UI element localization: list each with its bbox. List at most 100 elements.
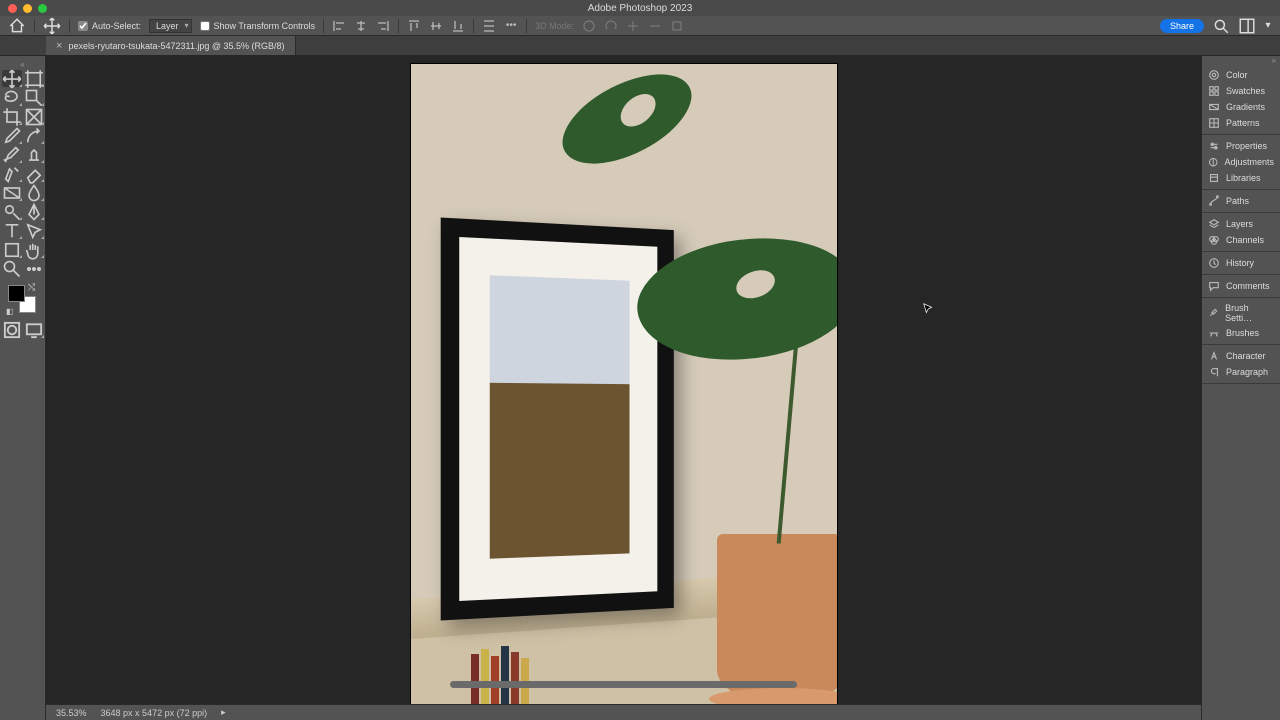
color-icon: [1208, 69, 1220, 81]
horizontal-scrollbar[interactable]: [450, 681, 797, 688]
quickmask-icon[interactable]: [2, 321, 22, 338]
status-zoom[interactable]: 35.53%: [56, 708, 87, 718]
status-bar: 35.53% 3648 px x 5472 px (72 ppi) ▸: [46, 704, 1201, 720]
canvas-viewport[interactable]: [46, 56, 1201, 704]
history-brush-tool[interactable]: [2, 165, 22, 182]
document-tab[interactable]: × pexels-ryutaro-tsukata-5472311.jpg @ 3…: [46, 36, 296, 55]
pan-3d-icon: [626, 19, 640, 33]
status-docinfo[interactable]: 3648 px x 5472 px (72 ppi): [101, 708, 208, 718]
roll-3d-icon: [604, 19, 618, 33]
move-tool[interactable]: [2, 70, 22, 87]
adjustments-icon: [1208, 156, 1218, 168]
move-tool-icon[interactable]: [43, 18, 61, 34]
artboard-tool[interactable]: [24, 70, 44, 87]
clone-stamp-tool[interactable]: [24, 146, 44, 163]
comments-icon: [1208, 280, 1220, 292]
gradients-icon: [1208, 101, 1220, 113]
panel-brushes[interactable]: Brushes: [1202, 325, 1280, 341]
color-swatches[interactable]: ⤭ ◧: [8, 285, 36, 313]
panel-properties[interactable]: Properties: [1202, 138, 1280, 154]
swatches-icon: [1208, 85, 1220, 97]
edit-toolbar[interactable]: [24, 260, 44, 277]
layers-icon: [1208, 218, 1220, 230]
panel-paragraph[interactable]: Paragraph: [1202, 364, 1280, 380]
type-tool[interactable]: [2, 222, 22, 239]
scale-3d-icon: [670, 19, 684, 33]
mac-titlebar: Adobe Photoshop 2023: [0, 0, 1280, 16]
document-canvas[interactable]: [411, 64, 837, 704]
lasso-tool[interactable]: [2, 89, 22, 106]
panel-libraries[interactable]: Libraries: [1202, 170, 1280, 186]
screenmode-icon[interactable]: [24, 321, 44, 338]
character-icon: [1208, 350, 1220, 362]
path-select-tool[interactable]: [24, 222, 44, 239]
history-icon: [1208, 257, 1220, 269]
gradient-tool[interactable]: [2, 184, 22, 201]
photo-plant: [687, 84, 837, 704]
workspace-dropdown-icon[interactable]: ▾: [1264, 18, 1272, 34]
app-title: Adobe Photoshop 2023: [0, 3, 1280, 14]
search-icon[interactable]: [1212, 18, 1230, 34]
channels-icon: [1208, 234, 1220, 246]
brush-tool[interactable]: [2, 146, 22, 163]
slide-3d-icon: [648, 19, 662, 33]
brush-setti--icon: [1208, 307, 1219, 319]
document-tab-bar: × pexels-ryutaro-tsukata-5472311.jpg @ 3…: [0, 36, 1280, 56]
panel-adjustments[interactable]: Adjustments: [1202, 154, 1280, 170]
dodge-tool[interactable]: [2, 203, 22, 220]
status-more-icon[interactable]: ▸: [221, 707, 226, 718]
default-colors-icon[interactable]: ◧: [6, 307, 14, 316]
collapse-toolbar-icon[interactable]: «: [0, 60, 45, 68]
paths-icon: [1208, 195, 1220, 207]
options-bar: Auto-Select: Layer Show Transform Contro…: [0, 16, 1280, 36]
brushes-icon: [1208, 327, 1220, 339]
swap-colors-icon[interactable]: ⤭: [28, 282, 35, 293]
close-tab-icon[interactable]: ×: [56, 40, 62, 52]
rectangle-tool[interactable]: [2, 241, 22, 258]
spot-heal-tool[interactable]: [24, 127, 44, 144]
panel-channels[interactable]: Channels: [1202, 232, 1280, 248]
eyedropper-tool[interactable]: [2, 127, 22, 144]
align-right-icon[interactable]: [376, 19, 390, 33]
align-vcenter-icon[interactable]: [429, 19, 443, 33]
mode-3d-label: 3D Mode:: [535, 21, 574, 31]
workspace-icon[interactable]: [1238, 18, 1256, 34]
orbit-3d-icon: [582, 19, 596, 33]
align-left-icon[interactable]: [332, 19, 346, 33]
panel-patterns[interactable]: Patterns: [1202, 115, 1280, 131]
align-hcenter-icon[interactable]: [354, 19, 368, 33]
panel-brush-setti-[interactable]: Brush Setti…: [1202, 301, 1280, 325]
more-align-icon[interactable]: •••: [504, 19, 518, 33]
photo-frame: [440, 218, 673, 621]
panel-history[interactable]: History: [1202, 255, 1280, 271]
canvas-area: 35.53% 3648 px x 5472 px (72 ppi) ▸: [46, 56, 1201, 720]
panel-comments[interactable]: Comments: [1202, 278, 1280, 294]
show-transform-checkbox[interactable]: Show Transform Controls: [200, 21, 316, 31]
zoom-tool[interactable]: [2, 260, 22, 277]
auto-select-mode-dropdown[interactable]: Layer: [149, 19, 192, 33]
align-top-icon[interactable]: [407, 19, 421, 33]
quick-select-tool[interactable]: [24, 89, 44, 106]
panels-dock: » ColorSwatchesGradientsPatterns Properti…: [1201, 56, 1280, 720]
panel-color[interactable]: Color: [1202, 67, 1280, 83]
panel-paths[interactable]: Paths: [1202, 193, 1280, 209]
crop-tool[interactable]: [2, 108, 22, 125]
hand-tool[interactable]: [24, 241, 44, 258]
distribute-icon[interactable]: [482, 19, 496, 33]
auto-select-checkbox[interactable]: Auto-Select:: [78, 21, 141, 31]
collapse-panels-icon[interactable]: »: [1202, 56, 1280, 64]
align-bottom-icon[interactable]: [451, 19, 465, 33]
patterns-icon: [1208, 117, 1220, 129]
panel-character[interactable]: Character: [1202, 348, 1280, 364]
pen-tool[interactable]: [24, 203, 44, 220]
share-button[interactable]: Share: [1160, 19, 1204, 33]
panel-swatches[interactable]: Swatches: [1202, 83, 1280, 99]
panel-gradients[interactable]: Gradients: [1202, 99, 1280, 115]
panel-layers[interactable]: Layers: [1202, 216, 1280, 232]
frame-tool[interactable]: [24, 108, 44, 125]
home-button[interactable]: [8, 18, 26, 34]
eraser-tool[interactable]: [24, 165, 44, 182]
paragraph-icon: [1208, 366, 1220, 378]
blur-tool[interactable]: [24, 184, 44, 201]
foreground-color-swatch[interactable]: [8, 285, 25, 302]
